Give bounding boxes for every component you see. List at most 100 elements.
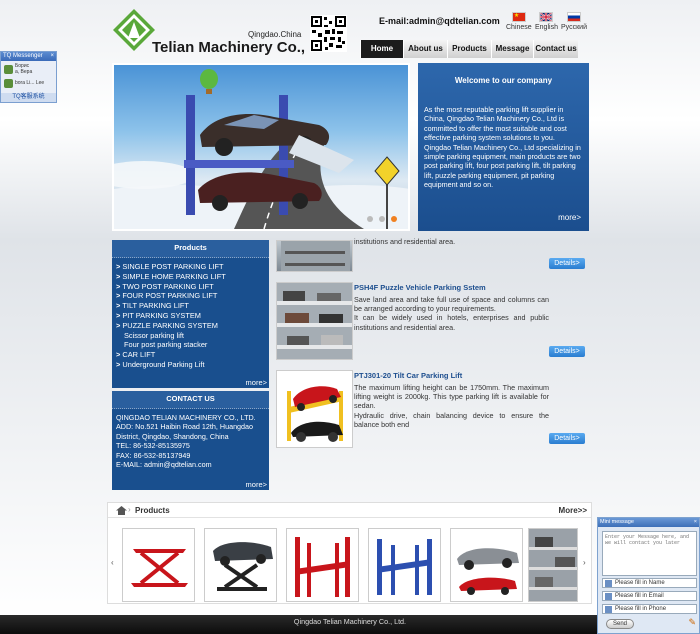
products-sidebar-item[interactable]: > PIT PARKING SYSTEM — [116, 311, 269, 321]
email-field[interactable]: Please fill in Email — [602, 591, 697, 601]
product-entry: PSH4F Puzzle Vehicle Parking Sstem Save … — [276, 282, 587, 362]
nav-contact-us[interactable]: Contact us — [533, 40, 578, 58]
tq-close-icon[interactable]: × — [50, 52, 54, 61]
nav-about-us[interactable]: About us — [403, 40, 447, 58]
tq-contact[interactable]: Борис а, Вера — [1, 61, 56, 75]
lang-russian[interactable]: Русский — [561, 12, 587, 31]
lang-chinese-label: Chinese — [506, 24, 532, 31]
welcome-text: As the most reputable parking lift suppl… — [424, 105, 581, 190]
products-more-link[interactable]: more> — [246, 378, 267, 387]
mini-message-header: Mini message × — [598, 518, 699, 527]
products-sidebar-item[interactable]: Scissor parking lift — [116, 331, 269, 341]
carousel-product-image[interactable] — [204, 528, 277, 602]
products-carousel-header: › Products More>> — [108, 503, 591, 518]
uk-flag-icon — [539, 12, 554, 22]
product-thumbnail[interactable] — [276, 370, 353, 448]
parking-lift-illustration — [114, 69, 408, 229]
products-sidebar: Products > SINGLE POST PARKING LIFT > SIM… — [112, 240, 269, 388]
products-carousel: › Products More>> ‹ › — [107, 502, 592, 604]
products-sidebar-item[interactable]: > SINGLE POST PARKING LIFT — [116, 262, 269, 272]
contact-sidebar: CONTACT US QINGDAO TELIAN MACHINERY CO.,… — [112, 391, 269, 490]
product-thumbnail[interactable] — [276, 282, 353, 360]
contact-email[interactable]: E-MAIL: admin@qdtelian.com — [116, 460, 269, 469]
logo-city: Qingdao.China — [248, 30, 302, 39]
hero-banner-image — [112, 63, 410, 231]
contact-fax: FAX: 86-532-85137949 — [116, 450, 191, 460]
tq-title: TQ Messenger — [3, 53, 43, 59]
header-email[interactable]: E-mail:admin@qdtelian.com — [379, 16, 500, 26]
product-details-button[interactable]: Details> — [549, 433, 585, 444]
carousel-product-image[interactable] — [368, 528, 441, 602]
welcome-more-link[interactable]: more> — [558, 213, 581, 222]
contact-company: QINGDAO TELIAN MACHINERY CO., LTD. — [116, 413, 256, 422]
nav-products[interactable]: Products — [447, 40, 491, 58]
products-carousel-more-link[interactable]: More>> — [559, 506, 587, 515]
products-sidebar-item-label: Scissor parking lift — [124, 330, 184, 340]
welcome-title: Welcome to our company — [454, 76, 553, 85]
products-sidebar-item[interactable]: Four post parking stacker — [116, 340, 269, 350]
tq-contact[interactable]: bora Li... Lee — [1, 75, 56, 89]
products-sidebar-item-label: PUZZLE PARKING SYSTEM — [122, 320, 218, 330]
products-sidebar-item[interactable]: > TWO POST PARKING LIFT — [116, 282, 269, 292]
products-sidebar-item[interactable]: > TILT PARKING LIFT — [116, 301, 269, 311]
company-logo[interactable]: Qingdao.China Telian Machinery Co., Ltd. — [112, 8, 337, 62]
contact-address-2: District, Qingdao, Shandong, China — [116, 431, 229, 441]
products-sidebar-item[interactable]: > Underground Parking Lift — [116, 360, 269, 370]
contact-sidebar-title: CONTACT US — [112, 391, 269, 409]
contact-address: ADD: No.521 Haibin Road 12th, Huangdao — [116, 422, 254, 432]
footer: Qingdao Telian Machinery Co., Ltd. — [0, 615, 700, 634]
products-sidebar-item[interactable]: > SIMPLE HOME PARKING LIFT — [116, 272, 269, 282]
main-nav: Home About us Products Message Contact u… — [360, 40, 578, 58]
lang-english[interactable]: English — [535, 12, 558, 31]
contact-tel: TEL: 86-532-85135975 — [116, 441, 190, 451]
products-sidebar-item-label: Four post parking stacker — [124, 340, 208, 350]
product-thumbnail[interactable] — [276, 240, 353, 272]
telian-logo-icon — [113, 9, 155, 51]
lang-russian-label: Русский — [561, 24, 587, 31]
carousel-next-arrow-icon[interactable]: › — [583, 558, 586, 567]
products-carousel-title: Products — [135, 506, 170, 515]
product-details-button[interactable]: Details> — [549, 258, 585, 269]
qr-code-icon — [310, 15, 347, 52]
products-sidebar-item[interactable]: > PUZZLE PARKING SYSTEM — [116, 321, 269, 331]
nav-home[interactable]: Home — [360, 40, 403, 58]
products-sidebar-item-label: SINGLE POST PARKING LIFT — [122, 262, 224, 271]
lang-chinese[interactable]: ★ Chinese — [506, 12, 532, 31]
user-icon — [4, 78, 13, 88]
send-button[interactable]: Send — [606, 619, 634, 629]
products-sidebar-item[interactable]: > CAR LIFT — [116, 350, 269, 360]
footer-copyright: Qingdao Telian Machinery Co., Ltd. — [293, 617, 407, 626]
welcome-panel: Welcome to our company As the most reput… — [418, 63, 589, 231]
products-sidebar-item-label: TILT PARKING LIFT — [122, 301, 189, 311]
tq-messenger-widget: TQ Messenger × Борис а, Вера bora Li... … — [0, 51, 57, 103]
products-sidebar-item[interactable]: > FOUR POST PARKING LIFT — [116, 291, 269, 301]
name-field[interactable]: Please fill in Name — [602, 578, 697, 588]
carousel-product-image[interactable] — [450, 528, 523, 602]
carousel-product-image[interactable] — [286, 528, 359, 602]
phone-field[interactable]: Please fill in Phone — [602, 604, 697, 614]
products-sidebar-item-label: TWO POST PARKING LIFT — [122, 281, 214, 291]
tq-header: TQ Messenger × — [1, 52, 56, 61]
contact-details: QINGDAO TELIAN MACHINERY CO., LTD. ADD: … — [112, 409, 269, 469]
nav-message[interactable]: Message — [491, 40, 533, 58]
carousel-product-image[interactable] — [528, 528, 578, 602]
phone-icon — [605, 606, 612, 613]
mini-message-close-icon[interactable]: × — [694, 518, 697, 527]
mini-message-textarea[interactable] — [602, 531, 697, 576]
tq-footer: TQ客服系统 — [1, 93, 56, 102]
contact-more-link[interactable]: more> — [246, 480, 267, 489]
product-description: The maximum lifting height can be 1750mm… — [354, 383, 549, 429]
product-title[interactable]: PSH4F Puzzle Vehicle Parking Sstem — [354, 283, 486, 292]
product-title[interactable]: PTJ301-20 Tilt Car Parking Lift — [354, 371, 462, 380]
products-sidebar-title: Products — [112, 240, 269, 258]
mail-icon — [605, 593, 612, 600]
mini-message-title: Mini message — [600, 519, 634, 525]
carousel-prev-arrow-icon[interactable]: ‹ — [111, 558, 114, 567]
user-icon — [4, 64, 13, 74]
product-details-button[interactable]: Details> — [549, 346, 585, 357]
products-sidebar-item-label: Underground Parking Lift — [122, 359, 205, 369]
pencil-icon: ✎ — [688, 617, 696, 627]
product-entry: PTJ301-20 Tilt Car Parking Lift The maxi… — [276, 370, 587, 450]
home-icon[interactable] — [116, 506, 127, 515]
carousel-product-image[interactable] — [122, 528, 195, 602]
